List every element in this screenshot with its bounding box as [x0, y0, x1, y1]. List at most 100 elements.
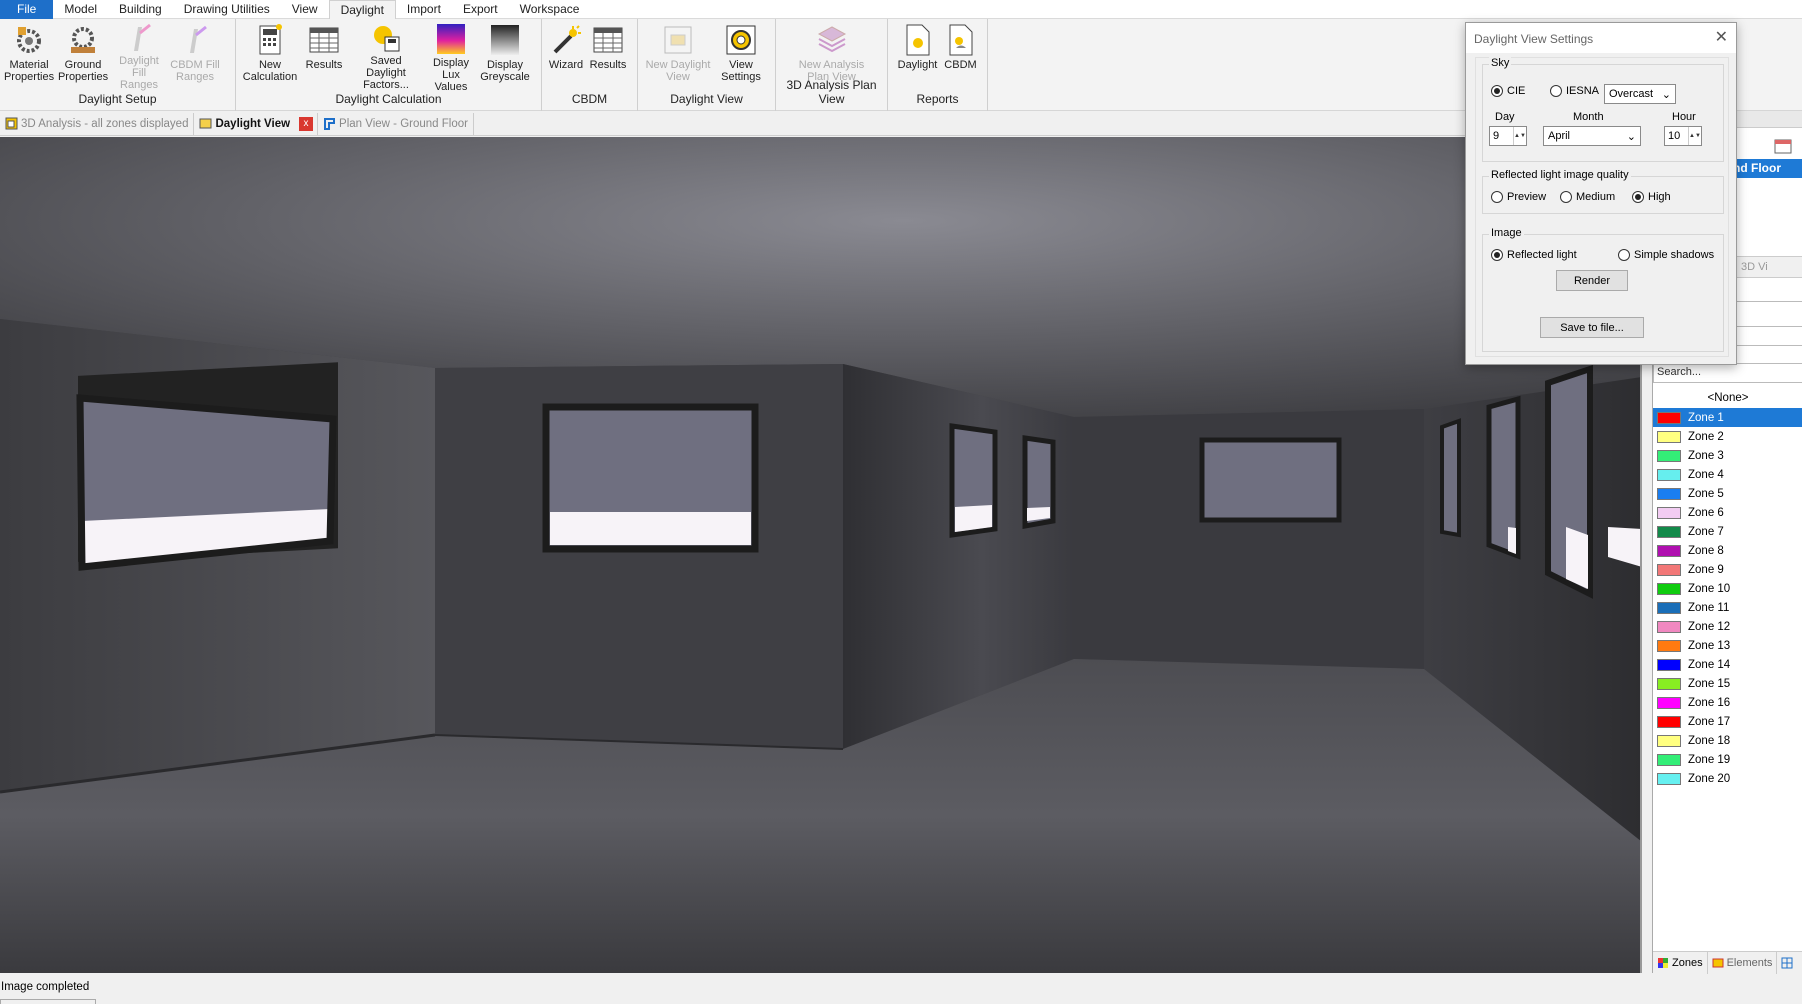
zone-color-swatch [1657, 487, 1681, 500]
zone-color-swatch [1657, 677, 1681, 690]
wizard-button[interactable]: Wizard [545, 23, 587, 87]
zone-list-item[interactable]: Zone 14 [1653, 655, 1802, 674]
analysis-plan-icon [816, 23, 848, 57]
zone-color-swatch [1657, 506, 1681, 519]
new-daylight-view-button[interactable]: New Daylight View [641, 23, 715, 87]
group-title: Reports [916, 92, 959, 106]
save-to-file-button[interactable]: Save to file... [1540, 317, 1644, 338]
display-lux-values-button[interactable]: Display Lux Values [425, 23, 477, 93]
zone-list-item[interactable]: Zone 3 [1653, 446, 1802, 465]
zone-none-item[interactable]: <None> [1653, 389, 1802, 408]
sky-type-select[interactable]: Overcast ⌄ [1604, 84, 1676, 104]
quality-preview-radio[interactable]: Preview [1491, 191, 1546, 203]
sky-cie-radio[interactable]: CIE [1491, 85, 1525, 97]
results-button[interactable]: Results [301, 23, 347, 87]
panel-bottom-tabs: Zones Elements [1653, 951, 1802, 974]
menu-view[interactable]: View [281, 0, 329, 19]
zone-list-item[interactable]: Zone 19 [1653, 750, 1802, 769]
group-title: 3D Analysis Plan View [786, 78, 877, 106]
chevron-down-icon: ⌄ [1661, 88, 1671, 101]
zone-list-item[interactable]: Zone 4 [1653, 465, 1802, 484]
ground-properties-button[interactable]: Ground Properties [55, 23, 111, 87]
tab-3d-analysis[interactable]: 3D Analysis - all zones displayed [0, 112, 195, 135]
zone-color-swatch [1657, 734, 1681, 747]
cbdm-fill-ranges-button[interactable]: CBDM Fill Ranges [167, 23, 223, 87]
zone-list-item[interactable]: Zone 5 [1653, 484, 1802, 503]
zone-color-swatch [1657, 449, 1681, 462]
calendar-icon[interactable] [1774, 138, 1792, 154]
image-simple-shadows-radio[interactable]: Simple shadows [1618, 249, 1714, 261]
menu-import[interactable]: Import [396, 0, 452, 19]
status-bar: Image completed [0, 974, 1802, 1004]
daylight-fill-ranges-button[interactable]: Daylight Fill Ranges [111, 23, 167, 91]
menu-model[interactable]: Model [53, 0, 108, 19]
daylight-view-tab-icon [199, 118, 212, 129]
menu-export[interactable]: Export [452, 0, 509, 19]
menu-building[interactable]: Building [108, 0, 173, 19]
zone-list-item[interactable]: Zone 12 [1653, 617, 1802, 636]
hour-stepper[interactable]: 10 ▲▼ [1664, 126, 1702, 146]
ribbon-group-cbdm: Wizard Results CBDM [542, 19, 638, 111]
sky-group: Sky CIE IESNA Overcast ⌄ Day Month Hour 9… [1482, 57, 1724, 162]
zone-list-item[interactable]: Zone 17 [1653, 712, 1802, 731]
zone-color-swatch [1657, 563, 1681, 576]
zone-list-item[interactable]: Zone 8 [1653, 541, 1802, 560]
close-tab-icon[interactable]: x [299, 116, 314, 131]
zone-list-item[interactable]: Zone 15 [1653, 674, 1802, 693]
quality-medium-radio[interactable]: Medium [1560, 191, 1615, 203]
zone-list-item[interactable]: Zone 1 [1653, 408, 1802, 427]
zone-search-input[interactable]: Search... [1653, 363, 1802, 383]
zone-list-item[interactable]: Zone 10 [1653, 579, 1802, 598]
view-settings-button[interactable]: View Settings [715, 23, 767, 87]
new-calculation-button[interactable]: New Calculation [239, 23, 301, 87]
zone-color-swatch [1657, 658, 1681, 671]
daylight-render-viewport[interactable] [0, 137, 1642, 973]
zone-name: Zone 5 [1688, 487, 1724, 500]
dialog-title: Daylight View Settings [1474, 32, 1594, 46]
tab-zones[interactable]: Zones [1653, 951, 1708, 974]
image-reflected-light-radio[interactable]: Reflected light [1491, 249, 1577, 261]
sky-iesna-radio[interactable]: IESNA [1550, 85, 1599, 97]
new-daylight-view-icon [662, 23, 694, 57]
zone-list-item[interactable]: Zone 9 [1653, 560, 1802, 579]
month-select[interactable]: April ⌄ [1543, 126, 1641, 146]
material-properties-button[interactable]: Material Properties [3, 23, 55, 87]
tab-plan-view[interactable]: Plan View - Ground Floor [317, 112, 474, 135]
menu-drawing-utilities[interactable]: Drawing Utilities [173, 0, 281, 19]
day-stepper[interactable]: 9 ▲▼ [1489, 126, 1527, 146]
elements-icon [1712, 958, 1724, 967]
zone-list-item[interactable]: Zone 13 [1653, 636, 1802, 655]
zone-list-item[interactable]: Zone 16 [1653, 693, 1802, 712]
zone-name: Zone 9 [1688, 563, 1724, 576]
quality-high-radio[interactable]: High [1632, 191, 1671, 203]
stepper-arrows-icon[interactable]: ▲▼ [1513, 127, 1526, 145]
daylight-fill-ranges-icon [123, 23, 155, 53]
daylight-report-button[interactable]: Daylight [895, 23, 941, 87]
zone-name: Zone 11 [1688, 601, 1730, 614]
display-greyscale-button[interactable]: Display Greyscale [477, 23, 533, 87]
ribbon-group-reports: Daylight CBDM Reports [888, 19, 988, 111]
cbdm-report-button[interactable]: CBDM [941, 23, 981, 87]
menu-daylight[interactable]: Daylight [328, 0, 396, 19]
menu-file[interactable]: File [0, 0, 54, 19]
zone-list-item[interactable]: Zone 6 [1653, 503, 1802, 522]
zone-list-item[interactable]: Zone 11 [1653, 598, 1802, 617]
view-settings-icon [725, 23, 757, 57]
zone-list-item[interactable]: Zone 7 [1653, 522, 1802, 541]
3d-analysis-icon [5, 117, 18, 130]
menu-workspace[interactable]: Workspace [509, 0, 591, 19]
group-title: Daylight Calculation [335, 92, 442, 106]
zone-name: Zone 6 [1688, 506, 1724, 519]
saved-daylight-factors-button[interactable]: Saved Daylight Factors... [347, 23, 425, 91]
render-button[interactable]: Render [1556, 270, 1628, 291]
stepper-arrows-icon[interactable]: ▲▼ [1688, 127, 1701, 145]
zone-list-item[interactable]: Zone 18 [1653, 731, 1802, 750]
grid-icon[interactable] [1777, 952, 1797, 974]
cbdm-results-button[interactable]: Results [587, 23, 629, 87]
zone-list-item[interactable]: Zone 20 [1653, 769, 1802, 788]
close-icon[interactable]: ✕ [1715, 30, 1728, 46]
tab-daylight-view[interactable]: Daylight View [194, 113, 295, 135]
zone-color-swatch [1657, 696, 1681, 709]
tab-elements[interactable]: Elements [1708, 951, 1778, 974]
zone-list-item[interactable]: Zone 2 [1653, 427, 1802, 446]
